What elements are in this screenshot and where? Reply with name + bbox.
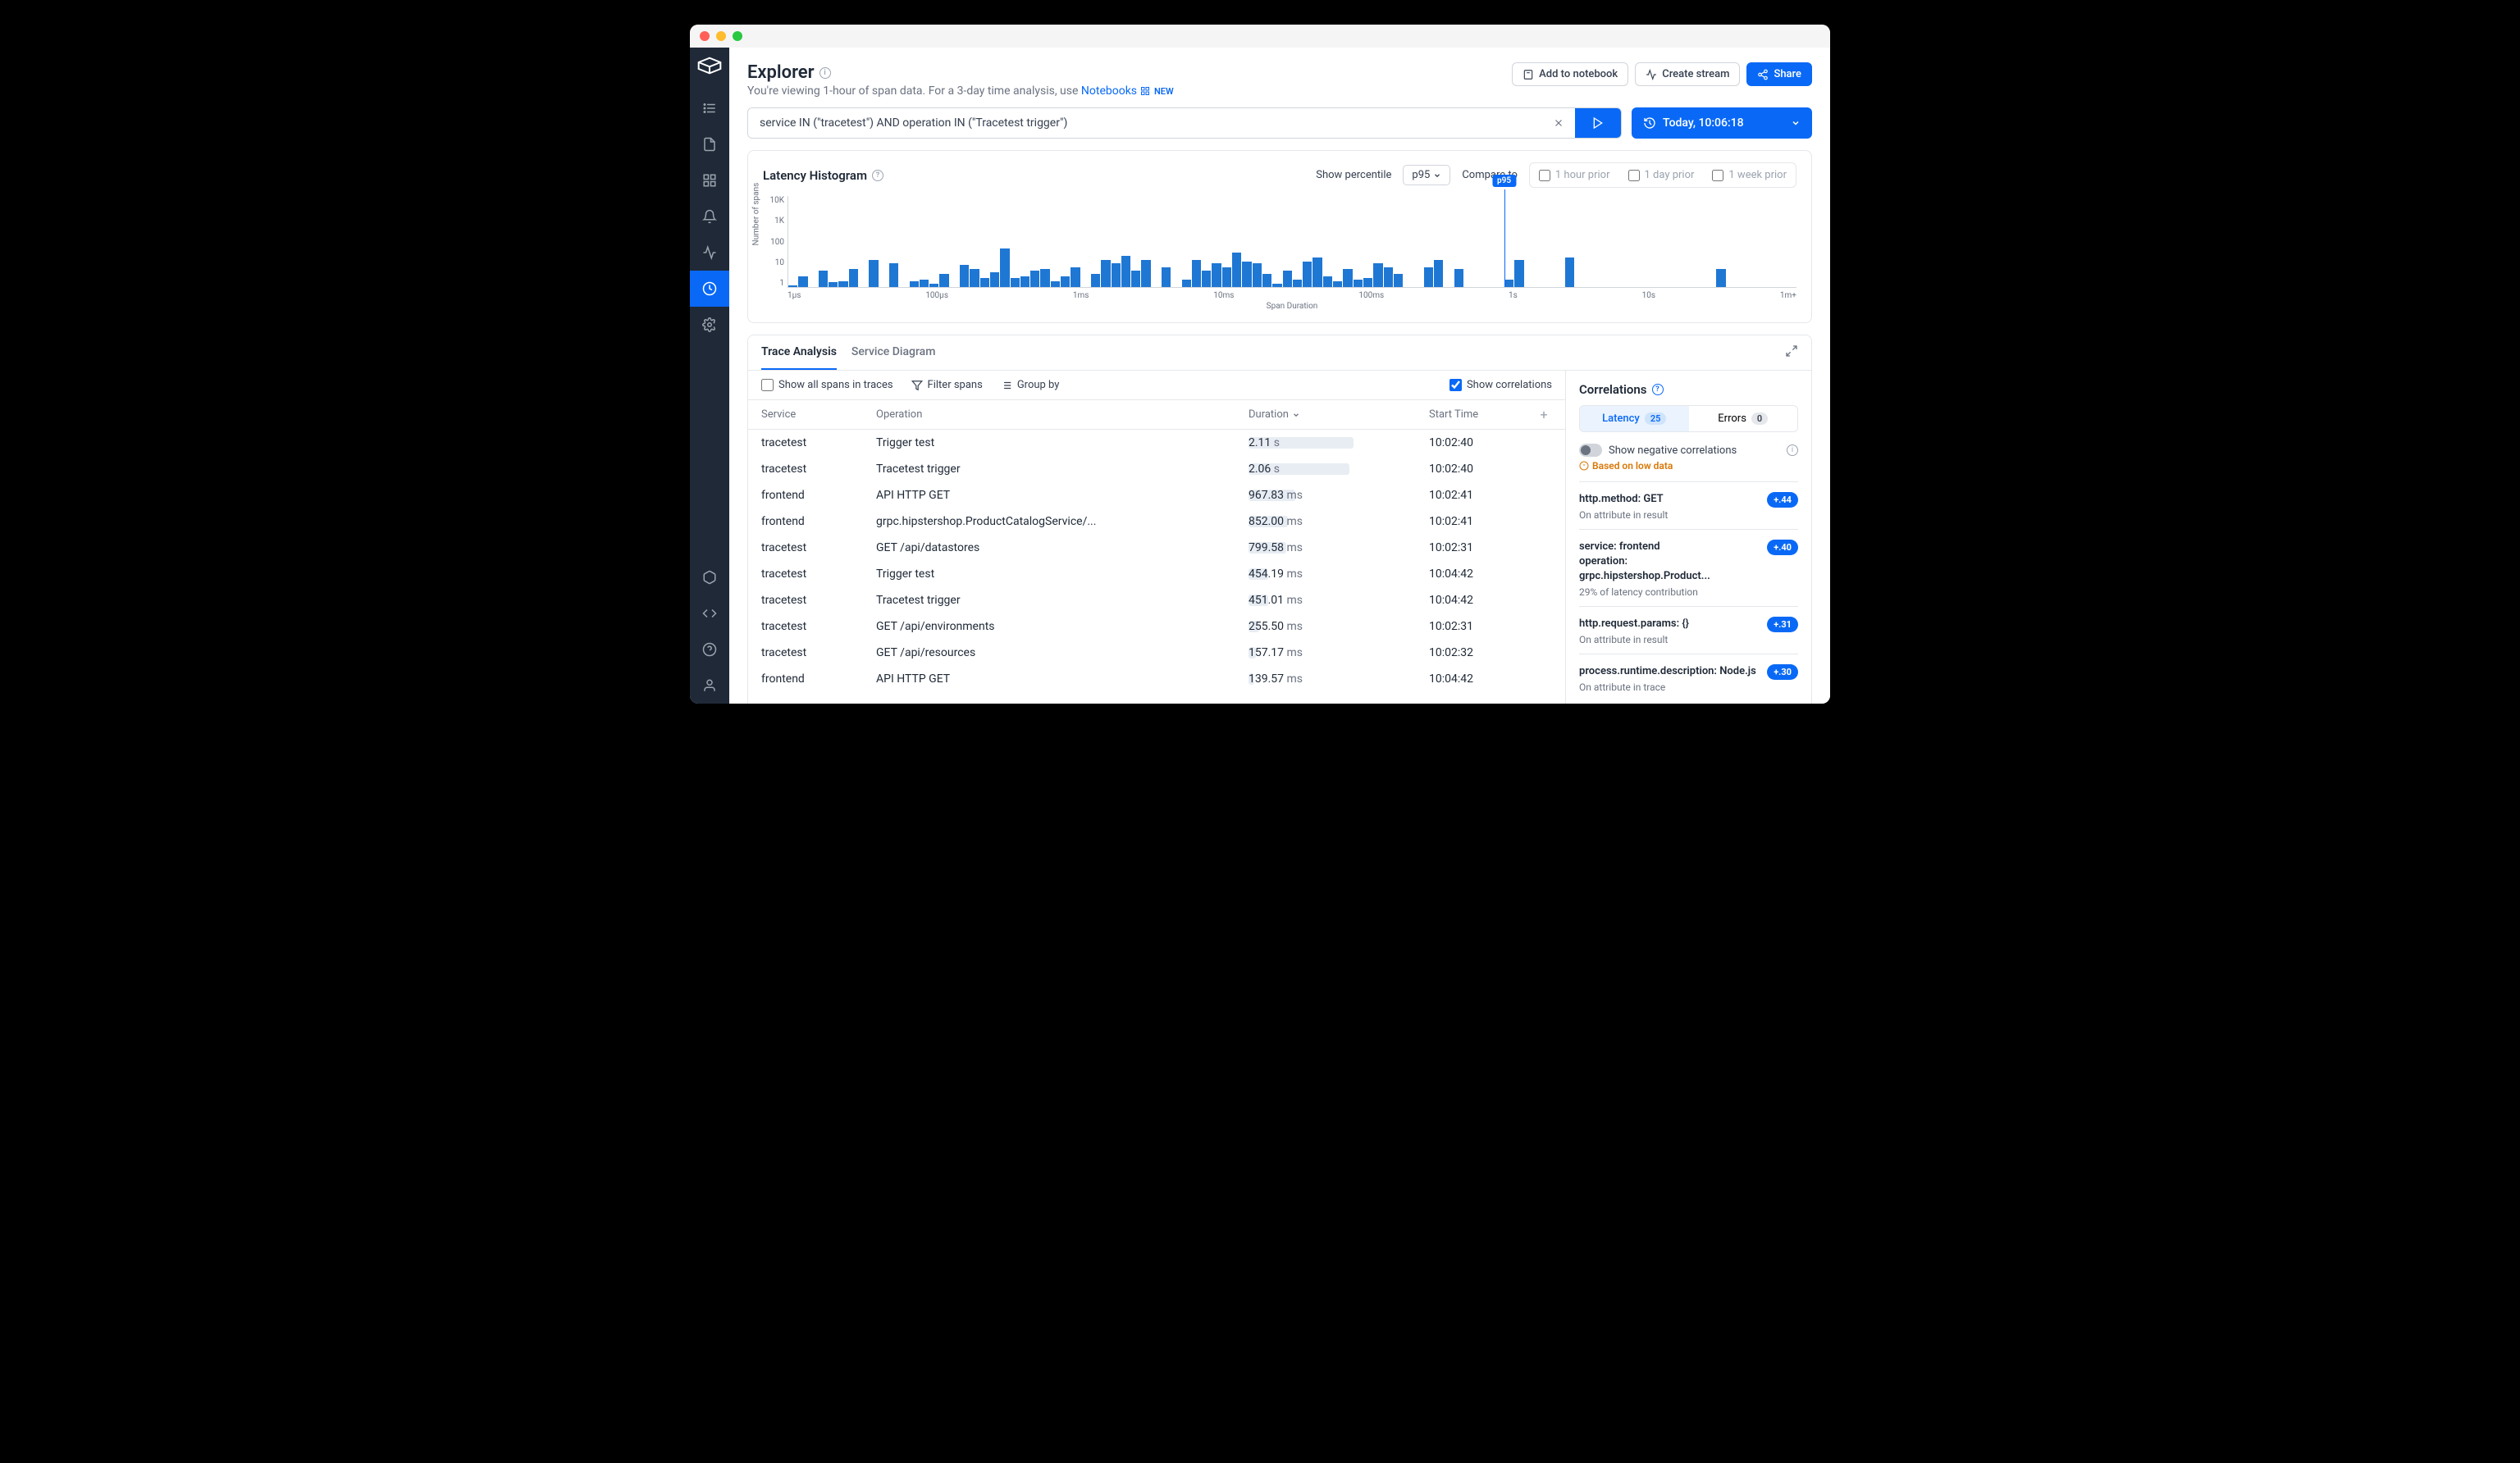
column-duration[interactable]: Duration bbox=[1249, 408, 1429, 421]
table-row[interactable]: tracetestGET /api/environments255.50 ms1… bbox=[748, 613, 1565, 640]
sidebar-grid-icon[interactable] bbox=[690, 162, 729, 198]
add-column-button[interactable]: + bbox=[1536, 407, 1552, 422]
latency-histogram-chart: Number of spans 10K1K100101 p95 1µs100µs… bbox=[763, 196, 1796, 311]
share-button[interactable]: Share bbox=[1746, 62, 1812, 86]
info-icon[interactable]: i bbox=[1787, 444, 1798, 456]
sidebar bbox=[690, 48, 729, 704]
correlations-title: Correlations ? bbox=[1579, 382, 1798, 397]
tab-trace-analysis[interactable]: Trace Analysis bbox=[761, 335, 837, 370]
compare-option[interactable]: 1 week prior bbox=[1705, 166, 1793, 185]
show-correlations-checkbox[interactable]: Show correlations bbox=[1449, 379, 1552, 391]
history-icon bbox=[1643, 116, 1656, 130]
info-icon[interactable]: ? bbox=[872, 170, 883, 181]
table-row[interactable]: tracetestTrigger test2.11 s10:02:40 bbox=[748, 430, 1565, 456]
table-row[interactable]: tracetestGET /api/resources157.17 ms10:0… bbox=[748, 640, 1565, 666]
table-row[interactable]: tracetestTracetest trigger2.06 s10:02:40 bbox=[748, 456, 1565, 482]
sidebar-document-icon[interactable] bbox=[690, 126, 729, 162]
compare-option[interactable]: 1 hour prior bbox=[1532, 166, 1617, 185]
page-subtitle: You're viewing 1-hour of span data. For … bbox=[747, 84, 1174, 98]
table-row[interactable]: frontendAPI HTTP GET967.83 ms10:02:41 bbox=[748, 482, 1565, 508]
sidebar-user-icon[interactable] bbox=[690, 668, 729, 704]
table-row[interactable]: tracetestGET /api/datastores799.58 ms10:… bbox=[748, 535, 1565, 561]
notebooks-link[interactable]: Notebooks bbox=[1081, 84, 1150, 98]
table-row[interactable]: frontendgrpc.hipstershop.ProductCatalogS… bbox=[748, 508, 1565, 535]
create-stream-button[interactable]: Create stream bbox=[1635, 62, 1740, 86]
correlation-item[interactable]: http.method: GET+.44On attribute in resu… bbox=[1579, 481, 1798, 529]
sidebar-cube-icon[interactable] bbox=[690, 559, 729, 595]
maximize-window-button[interactable] bbox=[733, 31, 742, 41]
column-operation[interactable]: Operation bbox=[876, 408, 1249, 421]
sidebar-help-icon[interactable] bbox=[690, 631, 729, 668]
column-start-time[interactable]: Start Time bbox=[1429, 408, 1536, 421]
group-by-button[interactable]: Group by bbox=[1001, 379, 1060, 391]
show-all-spans-checkbox[interactable]: Show all spans in traces bbox=[761, 379, 893, 391]
info-icon[interactable]: i bbox=[819, 67, 831, 79]
sidebar-list-icon[interactable] bbox=[690, 90, 729, 126]
percentile-select[interactable]: p95 bbox=[1403, 165, 1450, 185]
tab-service-diagram[interactable]: Service Diagram bbox=[851, 335, 935, 370]
show-percentile-label: Show percentile bbox=[1316, 169, 1391, 181]
correlation-item[interactable]: process.runtime.description: Node.js+.30… bbox=[1579, 654, 1798, 701]
low-data-warning: Based on low data bbox=[1579, 460, 1798, 472]
compare-option[interactable]: 1 day prior bbox=[1622, 166, 1701, 185]
sidebar-code-icon[interactable] bbox=[690, 595, 729, 631]
table-row[interactable]: frontendAPI HTTP GET139.57 ms10:04:42 bbox=[748, 666, 1565, 692]
add-notebook-button[interactable]: Add to notebook bbox=[1512, 62, 1628, 86]
tab-errors[interactable]: Errors 0 bbox=[1689, 406, 1798, 431]
sidebar-settings-icon[interactable] bbox=[690, 307, 729, 343]
time-picker-button[interactable]: Today, 10:06:18 bbox=[1632, 107, 1812, 139]
close-window-button[interactable] bbox=[700, 31, 710, 41]
sidebar-bell-icon[interactable] bbox=[690, 198, 729, 235]
table-row[interactable]: tracetestTracetest trigger451.01 ms10:04… bbox=[748, 587, 1565, 613]
info-icon[interactable]: ? bbox=[1652, 384, 1664, 395]
correlation-item[interactable]: service: frontendoperation: grpc.hipster… bbox=[1579, 529, 1798, 606]
expand-icon[interactable] bbox=[1785, 344, 1798, 361]
minimize-window-button[interactable] bbox=[716, 31, 726, 41]
run-query-button[interactable] bbox=[1575, 108, 1621, 138]
chevron-down-icon bbox=[1292, 411, 1300, 419]
correlation-item[interactable]: http.request.params: {}+.31On attribute … bbox=[1579, 606, 1798, 654]
clear-icon[interactable] bbox=[1542, 108, 1575, 138]
chevron-down-icon bbox=[1791, 118, 1801, 128]
histogram-title: Latency Histogram ? bbox=[763, 168, 883, 183]
page-title: Explorer i bbox=[747, 62, 831, 83]
sidebar-clock-icon[interactable] bbox=[690, 271, 729, 307]
sidebar-activity-icon[interactable] bbox=[690, 235, 729, 271]
tab-latency[interactable]: Latency 25 bbox=[1580, 406, 1689, 431]
negative-correlations-toggle[interactable] bbox=[1579, 444, 1602, 457]
window-title-bar bbox=[690, 25, 1830, 48]
logo-icon bbox=[696, 56, 723, 75]
query-input[interactable] bbox=[748, 108, 1542, 138]
filter-spans-button[interactable]: Filter spans bbox=[911, 379, 983, 391]
column-service[interactable]: Service bbox=[761, 408, 876, 421]
table-row[interactable]: tracetestTrigger test454.19 ms10:04:42 bbox=[748, 561, 1565, 587]
